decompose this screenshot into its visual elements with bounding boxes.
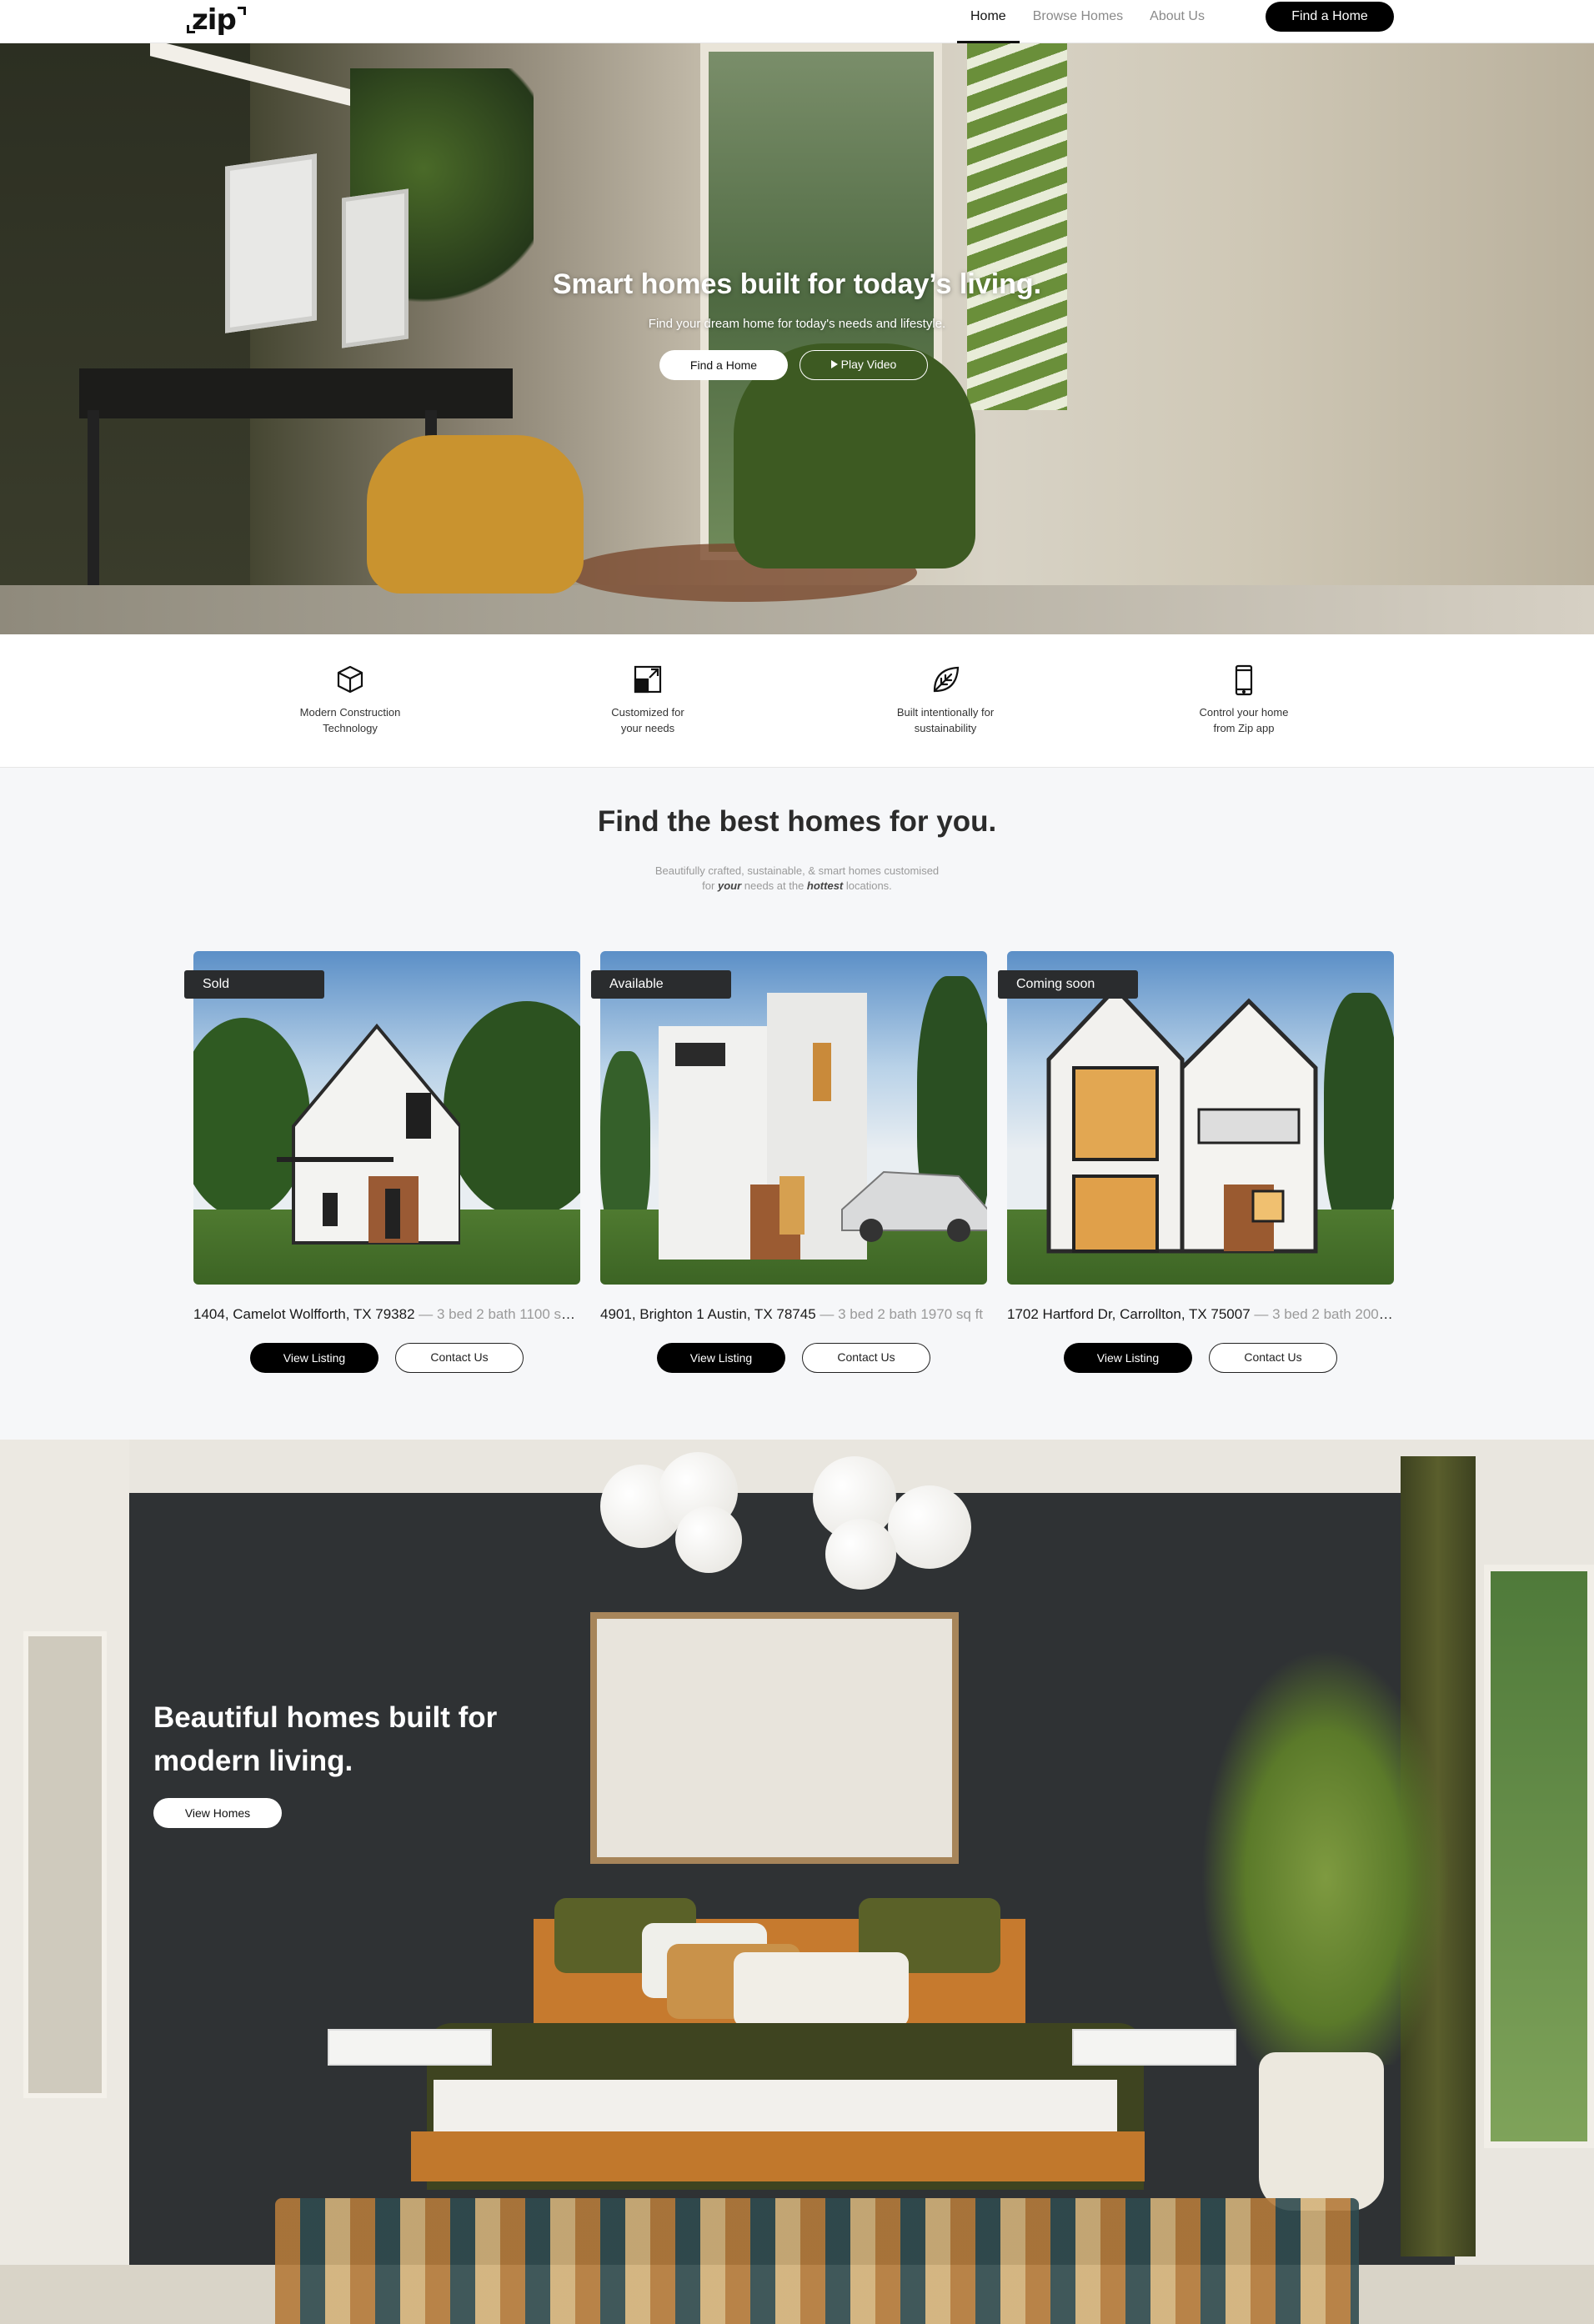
listing-actions: View Listing Contact Us bbox=[1007, 1343, 1394, 1373]
subtitle-line: Beautifully crafted, sustainable, & smar… bbox=[654, 864, 940, 877]
hero-find-home-button[interactable]: Find a Home bbox=[659, 350, 788, 380]
feature-item: Modern Construction Technology bbox=[267, 664, 434, 736]
listing-actions: View Listing Contact Us bbox=[600, 1343, 987, 1373]
phone-icon bbox=[1160, 664, 1327, 696]
listing-address-line: 1702 Hartford Dr, Carrollton, TX 75007 —… bbox=[1007, 1306, 1394, 1323]
contact-us-button[interactable]: Contact Us bbox=[802, 1343, 930, 1373]
feature-label: Built intentionally for bbox=[896, 706, 995, 719]
listing-address: 1702 Hartford Dr, Carrollton, TX 75007 bbox=[1007, 1306, 1251, 1322]
status-badge: Coming soon bbox=[998, 970, 1138, 999]
listing-address-line: 1404, Camelot Wolfforth, TX 79382 — 3 be… bbox=[193, 1306, 580, 1323]
nav-link-browse-homes[interactable]: Browse Homes bbox=[1020, 0, 1136, 43]
nav-link-home[interactable]: Home bbox=[957, 0, 1020, 43]
listing-details: — 3 bed 2 bath 1970 sq ft bbox=[815, 1306, 984, 1322]
view-listing-button[interactable]: View Listing bbox=[250, 1343, 378, 1373]
hero-bg-monitor bbox=[225, 153, 317, 333]
feature-label: from Zip app bbox=[1213, 722, 1275, 734]
hero-bg-curtain bbox=[967, 43, 1067, 410]
banner-bg-plant bbox=[1201, 1648, 1451, 2065]
nav-links: Home Browse Homes About Us bbox=[957, 0, 1218, 43]
feature-item: Customized for your needs bbox=[564, 664, 731, 736]
listing-photo[interactable] bbox=[1007, 951, 1394, 1285]
listing-photo[interactable] bbox=[193, 951, 580, 1285]
subtitle-text: for bbox=[702, 879, 718, 892]
top-navbar: zip Home Browse Homes About Us Find a Ho… bbox=[0, 0, 1594, 43]
banner-bg-window bbox=[1484, 1565, 1594, 2148]
listing-card: Available 4901, Brighton 1 Austin, TX 78… bbox=[591, 951, 987, 1373]
nav-link-about-us[interactable]: About Us bbox=[1136, 0, 1218, 43]
view-homes-button[interactable]: View Homes bbox=[153, 1798, 282, 1828]
listing-address: 1404, Camelot Wolfforth, TX 79382 bbox=[193, 1306, 415, 1322]
feature-label: Modern Construction bbox=[299, 706, 401, 719]
feature-label: sustainability bbox=[914, 722, 977, 734]
view-listing-button[interactable]: View Listing bbox=[657, 1343, 785, 1373]
banner-bg-light bbox=[888, 1485, 971, 1569]
subtitle-emphasis: your bbox=[717, 879, 742, 892]
bedroom-banner: Beautiful homes built for modern living.… bbox=[0, 1440, 1594, 2324]
play-icon bbox=[830, 360, 838, 368]
logo-bracket-right-icon bbox=[237, 7, 246, 15]
banner-bg-bedframe bbox=[411, 2131, 1145, 2181]
listings-subtitle: Beautifully crafted, sustainable, & smar… bbox=[0, 864, 1594, 894]
zip-logo[interactable]: zip bbox=[187, 3, 246, 37]
status-badge: Sold bbox=[184, 970, 324, 999]
subtitle-text: needs at the bbox=[741, 879, 807, 892]
feature-label: Technology bbox=[323, 722, 378, 734]
listing-card: Coming soon 1702 Hartford Dr, Carrollton… bbox=[998, 951, 1394, 1373]
listing-photo[interactable] bbox=[600, 951, 987, 1285]
hero-section: Smart homes built for today’s living. Fi… bbox=[0, 43, 1594, 634]
logo-bracket-left-icon bbox=[187, 25, 195, 33]
hero-subtitle: Find your dream home for today's needs a… bbox=[648, 317, 946, 331]
feature-item: Built intentionally for sustainability bbox=[862, 664, 1029, 736]
features-strip: Modern Construction Technology Customized… bbox=[0, 634, 1594, 768]
banner-bg-light bbox=[825, 1519, 896, 1590]
play-video-label: Play Video bbox=[840, 358, 897, 371]
resize-icon bbox=[564, 664, 731, 696]
banner-bg-nightstand bbox=[328, 2029, 492, 2066]
hero-bg-desk bbox=[79, 368, 513, 418]
hero-bg-chair bbox=[367, 435, 584, 594]
contact-us-button[interactable]: Contact Us bbox=[395, 1343, 524, 1373]
listing-details: — 3 bed 2 bath 1100 sq ft bbox=[414, 1306, 580, 1322]
logo-text: zip bbox=[192, 3, 237, 37]
feature-label: Customized for bbox=[611, 706, 684, 719]
hero-bg-wall bbox=[0, 43, 250, 634]
banner-bg-pillow bbox=[734, 1952, 909, 2027]
banner-bg-rug bbox=[275, 2198, 1359, 2324]
listing-actions: View Listing Contact Us bbox=[193, 1343, 580, 1373]
listing-address-line: 4901, Brighton 1 Austin, TX 78745 — 3 be… bbox=[600, 1306, 987, 1323]
status-badge: Available bbox=[591, 970, 731, 999]
listings-title: Find the best homes for you. bbox=[597, 805, 997, 838]
listing-address: 4901, Brighton 1 Austin, TX 78745 bbox=[600, 1306, 816, 1322]
listing-card: Sold 1404, Camelot Wolfforth, TX 79382 —… bbox=[184, 951, 580, 1373]
cube-icon bbox=[267, 664, 434, 696]
nav-find-home-button[interactable]: Find a Home bbox=[1266, 2, 1394, 32]
contact-us-button[interactable]: Contact Us bbox=[1209, 1343, 1337, 1373]
view-listing-button[interactable]: View Listing bbox=[1064, 1343, 1192, 1373]
subtitle-line: for your needs at the hottest locations. bbox=[0, 879, 1594, 894]
banner-bg-artwork bbox=[590, 1612, 959, 1864]
feature-label: Control your home bbox=[1199, 706, 1289, 719]
hero-title: Smart homes built for today’s living. bbox=[552, 268, 1042, 300]
feature-label: your needs bbox=[620, 722, 675, 734]
banner-bg-pot bbox=[1259, 2052, 1384, 2211]
subtitle-text: locations. bbox=[843, 879, 892, 892]
banner-bg-doorway bbox=[23, 1631, 107, 2098]
leaf-icon bbox=[862, 664, 1029, 696]
subtitle-emphasis: hottest bbox=[806, 879, 844, 892]
banner-title: Beautiful homes built for modern living. bbox=[153, 1701, 498, 1777]
listing-details: — 3 bed 2 bath 2000 sq ft bbox=[1254, 1306, 1394, 1322]
hero-play-video-button[interactable]: Play Video bbox=[800, 350, 928, 380]
feature-item: Control your home from Zip app bbox=[1160, 664, 1327, 736]
banner-bg-light bbox=[675, 1506, 742, 1573]
